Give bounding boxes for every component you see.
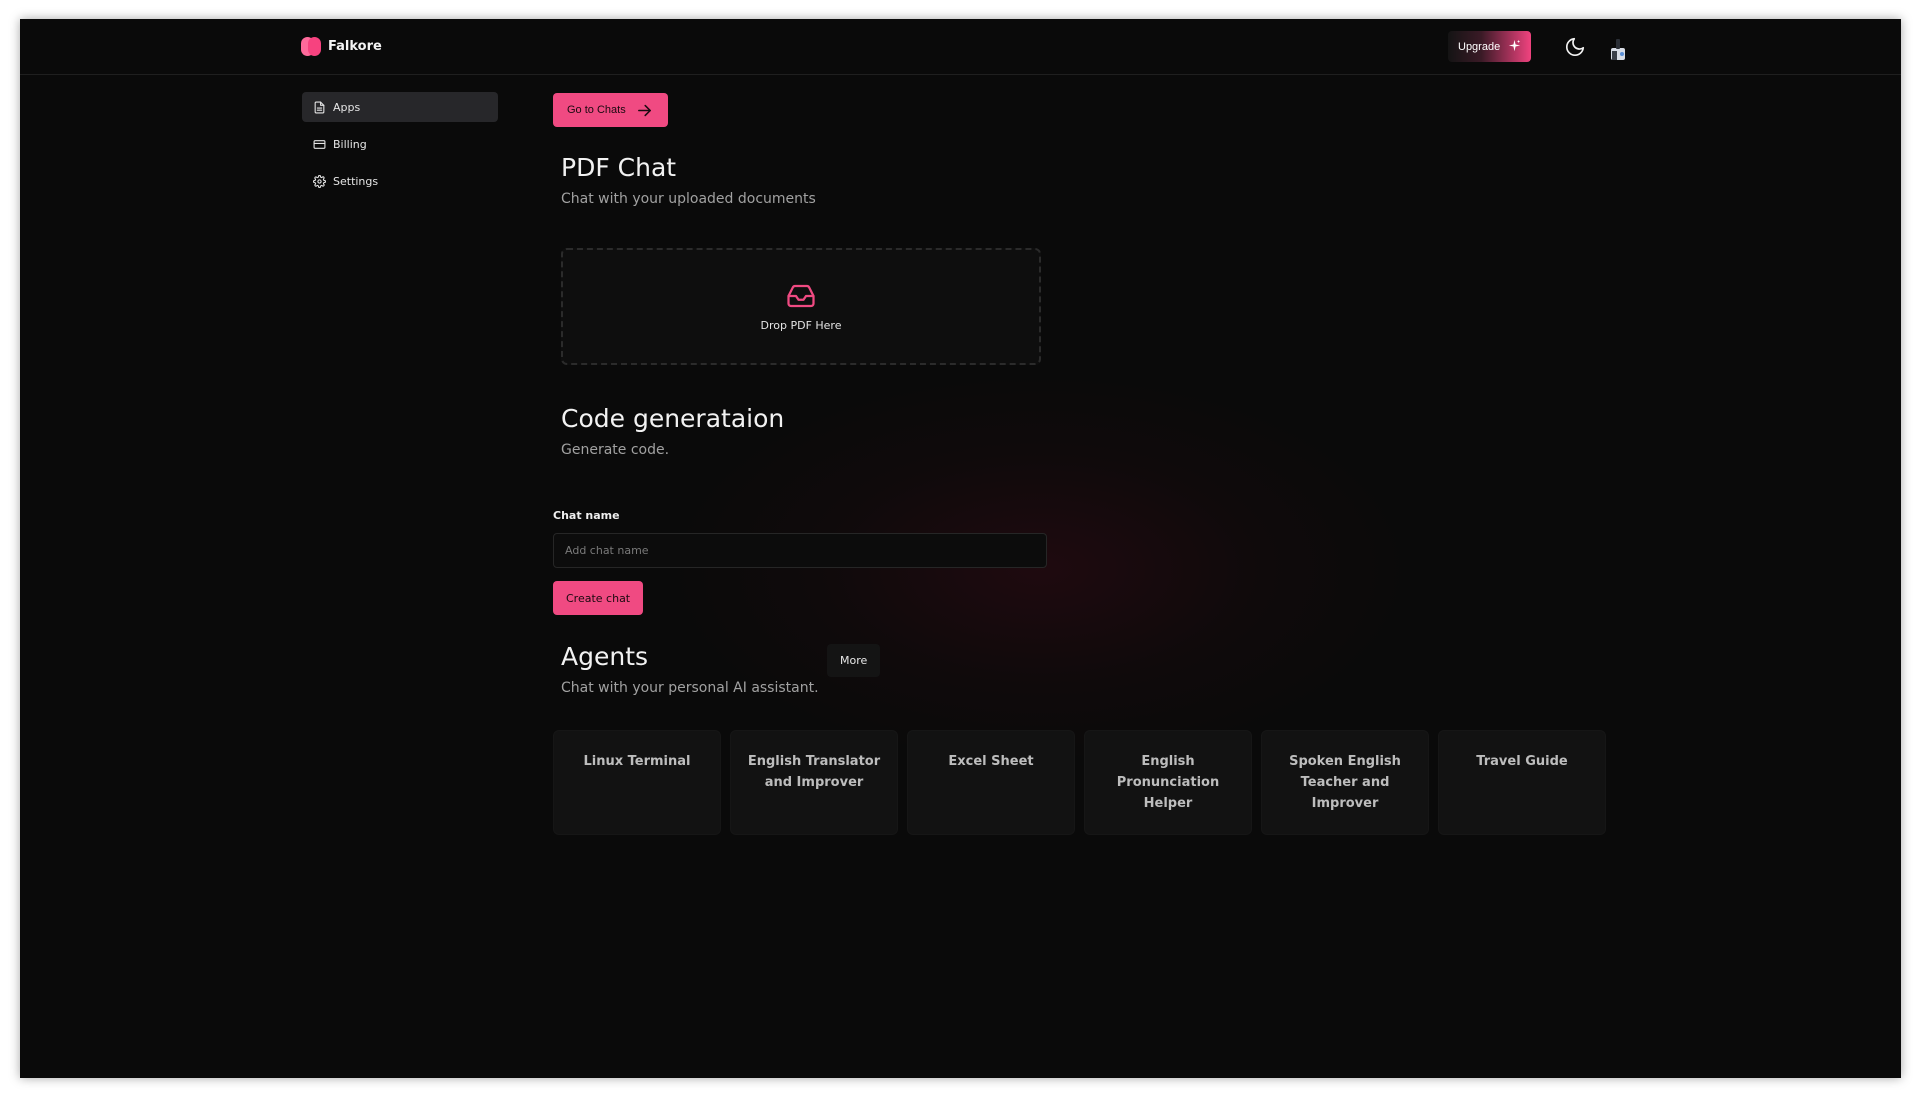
pdf-dropzone[interactable]: Drop PDF Here: [561, 248, 1041, 365]
brand-name: Falkore: [328, 38, 382, 54]
upgrade-label: Upgrade: [1458, 40, 1501, 53]
create-chat-button[interactable]: Create chat: [553, 581, 644, 615]
theme-toggle-moon-icon[interactable]: [1563, 35, 1587, 59]
user-avatar[interactable]: [1602, 33, 1632, 63]
sidebar-item-label: Settings: [333, 174, 379, 188]
more-agents-button[interactable]: More: [827, 644, 881, 677]
agent-card-excel-sheet[interactable]: Excel Sheet: [907, 730, 1075, 835]
code-generation-subtitle: Generate code.: [561, 442, 670, 458]
chat-name-input[interactable]: [553, 533, 1047, 568]
go-to-chats-label: Go to Chats: [567, 104, 626, 116]
sidebar-item-label: Apps: [333, 100, 361, 114]
file-icon: [314, 101, 325, 113]
agents-title: Agents: [561, 642, 649, 671]
app-window: Falkore Upgrade Apps Billing Settings Go…: [20, 19, 1901, 1078]
sidebar-item-apps[interactable]: Apps: [302, 92, 498, 122]
dropzone-label: Drop PDF Here: [760, 319, 842, 332]
pdf-chat-subtitle: Chat with your uploaded documents: [561, 191, 816, 207]
top-bar: Falkore Upgrade: [20, 19, 1901, 75]
agent-card-english-pronunciation[interactable]: English Pronunciation Helper: [1084, 730, 1252, 835]
agents-subtitle: Chat with your personal AI assistant.: [561, 680, 819, 696]
brand[interactable]: Falkore: [301, 36, 382, 56]
agent-card-english-translator[interactable]: English Translator and Improver: [730, 730, 898, 835]
inbox-icon: [787, 284, 815, 308]
agent-card-linux-terminal[interactable]: Linux Terminal: [553, 730, 721, 835]
sidebar-item-billing[interactable]: Billing: [302, 129, 498, 159]
sparkles-icon: [1508, 39, 1521, 55]
agent-card-travel-guide[interactable]: Travel Guide: [1438, 730, 1606, 835]
falkore-logo-icon: [301, 36, 321, 56]
gear-icon: [313, 174, 326, 188]
credit-card-icon: [313, 139, 326, 149]
go-to-chats-button[interactable]: Go to Chats: [553, 93, 668, 127]
upgrade-button[interactable]: Upgrade: [1448, 31, 1532, 62]
arrow-right-icon: [637, 104, 651, 116]
sidebar-nav: Apps Billing Settings: [302, 92, 498, 203]
agents-grid: Linux Terminal English Translator and Im…: [553, 730, 1606, 835]
pdf-chat-title: PDF Chat: [561, 153, 677, 182]
sidebar-item-settings[interactable]: Settings: [302, 166, 498, 196]
code-generation-title: Code generataion: [561, 404, 785, 433]
sidebar-item-label: Billing: [333, 137, 367, 151]
agent-card-spoken-english-teacher[interactable]: Spoken English Teacher and Improver: [1261, 730, 1429, 835]
chat-name-label: Chat name: [553, 509, 620, 522]
